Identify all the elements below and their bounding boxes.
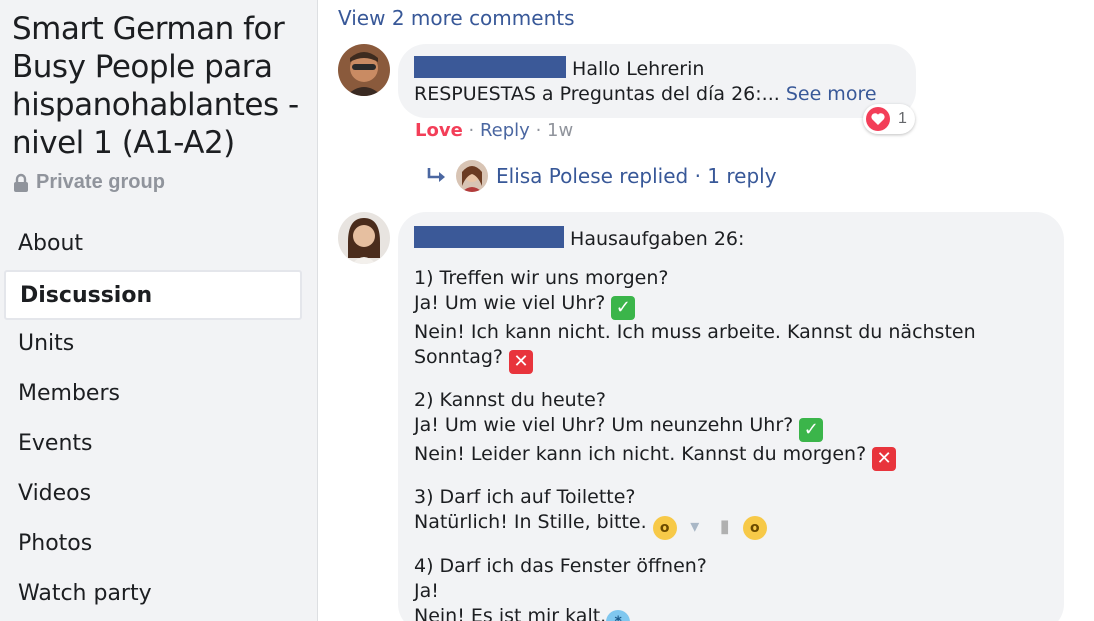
check-mark-icon: ✓ xyxy=(611,296,636,320)
reaction-count-badge[interactable]: 1 xyxy=(863,104,915,134)
comments-area: View 2 more comments Hallo Lehrerin RESP… xyxy=(318,0,1094,621)
nav-item-events[interactable]: Events xyxy=(4,420,302,470)
comment-line: RESPUESTAS a Preguntas del día 26:... xyxy=(414,83,780,105)
love-link[interactable]: Love xyxy=(415,120,463,141)
cross-mark-icon: ✕ xyxy=(872,447,897,471)
comment-line: 2) Kannst du heute? xyxy=(414,389,606,411)
check-mark-icon: ✓ xyxy=(799,418,824,442)
hushed-face-icon: o xyxy=(652,516,677,540)
nav-item-videos[interactable]: Videos xyxy=(4,470,302,520)
comment-line: Nein! Es ist mir kalt. xyxy=(414,605,607,621)
reply-link[interactable]: Reply xyxy=(480,120,530,141)
comment-line: 4) Darf ich das Fenster öffnen? xyxy=(414,555,707,577)
comment-line: Sonntag? xyxy=(414,346,504,368)
replier-avatar xyxy=(456,160,488,192)
reply-arrow-icon xyxy=(427,168,445,182)
comment-actions: Love · Reply · 1w xyxy=(415,120,574,141)
nav-item-photos[interactable]: Photos xyxy=(4,520,302,570)
group-nav: About Discussion Units Members Events Vi… xyxy=(4,220,302,620)
comment-time[interactable]: 1w xyxy=(547,120,573,141)
reaction-count: 1 xyxy=(898,110,907,127)
comment-line: Ja! xyxy=(414,580,439,602)
comment-line: 1) Treffen wir uns morgen? xyxy=(414,267,669,289)
nav-item-discussion[interactable]: Discussion xyxy=(4,270,302,320)
comment-line: Nein! Ich kann nicht. Ich muss arbeite. … xyxy=(414,321,976,343)
cold-face-icon: * xyxy=(606,610,631,621)
redacted-name xyxy=(414,56,566,78)
group-sidebar: Smart German for Busy People para hispan… xyxy=(0,0,318,621)
commenter-avatar[interactable] xyxy=(338,212,390,264)
comment-line: Natürlich! In Stille, bitte. xyxy=(414,511,647,533)
toilet-paper-icon: ▮ xyxy=(719,516,730,537)
nav-item-watch-party[interactable]: Watch party xyxy=(4,570,302,620)
comment-bubble: Hausaufgaben 26: 1) Treffen wir uns morg… xyxy=(398,212,1064,621)
toilet-icon: ▾ xyxy=(690,516,700,537)
see-more-link[interactable]: See more xyxy=(786,83,877,105)
cross-mark-icon: ✕ xyxy=(509,350,534,374)
comment-line: Hallo Lehrerin xyxy=(572,58,705,80)
nav-item-units[interactable]: Units xyxy=(4,320,302,370)
privacy-label: Private group xyxy=(12,171,165,194)
comment-line: Ja! Um wie viel Uhr? xyxy=(414,292,606,314)
privacy-text: Private group xyxy=(36,171,165,193)
nav-item-members[interactable]: Members xyxy=(4,370,302,420)
replies-link[interactable]: Elisa Polese replied · 1 reply xyxy=(426,160,777,192)
redacted-name xyxy=(414,226,564,248)
nav-item-about[interactable]: About xyxy=(4,220,302,270)
comment-line: Ja! Um wie viel Uhr? Um neunzehn Uhr? xyxy=(414,414,794,436)
lock-icon xyxy=(12,173,30,193)
view-more-comments-link[interactable]: View 2 more comments xyxy=(338,6,575,30)
hushed-face-icon: o xyxy=(742,516,767,540)
replies-text: Elisa Polese replied · 1 reply xyxy=(496,164,777,188)
comment-line: 3) Darf ich auf Toilette? xyxy=(414,486,636,508)
comment-line: Nein! Leider kann ich nicht. Kannst du m… xyxy=(414,443,867,465)
love-reaction-icon xyxy=(866,107,890,131)
comment-bubble: Hallo Lehrerin RESPUESTAS a Preguntas de… xyxy=(398,44,916,118)
comment-heading: Hausaufgaben 26: xyxy=(570,228,745,250)
commenter-avatar[interactable] xyxy=(338,44,390,96)
group-title[interactable]: Smart German for Busy People para hispan… xyxy=(12,10,312,162)
